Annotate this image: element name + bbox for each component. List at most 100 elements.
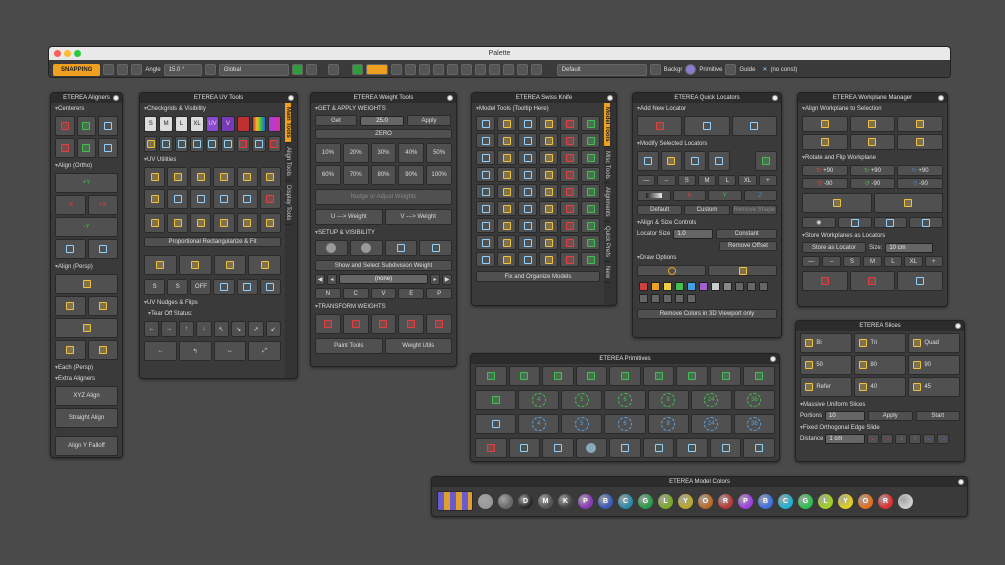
face-snap-icon[interactable] — [418, 64, 430, 75]
guide-button[interactable]: Guide — [739, 67, 755, 73]
model-tool-button[interactable] — [518, 235, 537, 250]
vis-5-button[interactable] — [205, 136, 220, 152]
model-color-sphere[interactable]: P — [738, 493, 753, 509]
prim-sphere-button[interactable] — [575, 438, 608, 458]
model-tool-button[interactable] — [560, 218, 579, 233]
wp-store-2-button[interactable] — [849, 271, 896, 291]
model-tool-button[interactable] — [518, 218, 537, 233]
align-plus-z-button[interactable] — [55, 239, 86, 259]
fix-organize-button[interactable]: Fix and Organize Models — [476, 271, 600, 282]
slide-x-minus-button[interactable]: ← — [867, 434, 880, 444]
angle-snap-icon[interactable] — [488, 64, 500, 75]
locator-color-swatch[interactable] — [699, 282, 708, 291]
model-color-sphere[interactable]: O — [858, 493, 873, 509]
panel-radio-icon[interactable] — [938, 95, 944, 101]
wp-size-s-button[interactable]: S — [842, 256, 862, 267]
uv-util-8-button[interactable] — [167, 189, 189, 209]
slide-y-minus-button[interactable]: ↓ — [895, 434, 908, 444]
uv-move-3-button[interactable] — [213, 255, 247, 275]
uv-s2-button[interactable]: S — [167, 279, 189, 295]
zero-button[interactable]: ZERO — [315, 129, 452, 139]
uv-util-4-button[interactable] — [213, 167, 235, 187]
vis-sphere-3-button[interactable] — [384, 240, 418, 256]
model-color-sphere[interactable]: R — [718, 493, 733, 509]
flip-4-button[interactable]: ⤢ — [248, 341, 281, 361]
snap-grid-icon[interactable] — [131, 64, 143, 75]
remove-shape-button[interactable]: Remove Shape — [731, 205, 777, 215]
get-button[interactable]: Get — [315, 115, 357, 126]
locator-color-swatch[interactable] — [639, 282, 648, 291]
default-button[interactable]: Default — [637, 205, 683, 215]
nudge-left-button[interactable]: ← — [144, 321, 160, 337]
size-l-button[interactable]: L — [718, 175, 737, 186]
n-button[interactable]: N — [315, 288, 341, 299]
model-tool-button[interactable] — [539, 116, 558, 131]
size-xl-button[interactable]: XL — [738, 175, 757, 186]
check-uv-button[interactable]: UV — [205, 116, 220, 132]
center-y-button[interactable] — [76, 116, 97, 136]
tab-model-tools[interactable]: Model Tools — [604, 103, 610, 147]
uv-util-5-button[interactable] — [236, 167, 258, 187]
model-tool-button[interactable] — [497, 150, 516, 165]
model-color-sphere[interactable]: B — [758, 493, 773, 509]
rot-x-plus-button[interactable]: ↻ +90 — [802, 165, 848, 176]
prev-map-button[interactable]: ◀ — [315, 274, 325, 285]
draw-options-section[interactable]: Draw Options — [633, 252, 781, 263]
uv-nudges-section[interactable]: UV Nudges & Flips — [140, 297, 285, 308]
model-color-sphere[interactable] — [498, 493, 513, 509]
panel-radio-icon[interactable] — [770, 356, 776, 362]
dash-button[interactable]: – — [657, 175, 676, 186]
prev-map-2-button[interactable]: ◂ — [327, 274, 337, 285]
wp-lock-button[interactable] — [909, 217, 943, 228]
rect-1-button[interactable] — [144, 213, 166, 233]
w70-button[interactable]: 70% — [342, 165, 369, 185]
size-field[interactable]: 10 cm — [885, 242, 934, 253]
model-tool-button[interactable] — [539, 184, 558, 199]
sphere-snap-icon[interactable] — [474, 64, 486, 75]
snapping-button[interactable]: SNAPPING — [53, 63, 101, 76]
wp-align-3-button[interactable] — [897, 116, 943, 132]
model-tool-button[interactable] — [476, 235, 495, 250]
model-tool-button[interactable] — [518, 184, 537, 199]
slide-z-plus-button[interactable]: → — [937, 434, 950, 444]
straight-align-button[interactable]: Straight Align — [55, 408, 118, 428]
nudge-dr-button[interactable]: ↘ — [230, 321, 247, 337]
align-plus-y-button[interactable]: +Y — [55, 173, 118, 193]
prim-sided-button[interactable]: 8 — [647, 414, 689, 434]
prim-tri-button[interactable] — [542, 366, 574, 386]
model-tool-button[interactable] — [476, 184, 495, 199]
model-tool-button[interactable] — [497, 133, 516, 148]
uv-diag-2-button[interactable] — [236, 279, 258, 295]
axis-snap-icon[interactable] — [446, 64, 458, 75]
flip-wp-2-button[interactable] — [873, 193, 943, 213]
grid-snap-icon[interactable] — [351, 64, 363, 75]
align-persp-section[interactable]: Align (Persp) — [51, 261, 122, 272]
setup-visibility-section[interactable]: SETUP & VISIBILITY — [311, 227, 456, 238]
prim-quad-button[interactable] — [508, 366, 541, 386]
persp-right-button[interactable] — [87, 296, 118, 316]
slice-refer-button[interactable]: Refer — [800, 377, 852, 397]
rect-3-button[interactable] — [190, 213, 212, 233]
poly-snap-icon[interactable] — [432, 64, 444, 75]
panel-radio-icon[interactable] — [607, 95, 613, 101]
constant-button[interactable]: Constant — [716, 229, 777, 239]
angle-toggle-icon[interactable] — [204, 64, 216, 75]
model-color-sphere[interactable]: L — [818, 493, 833, 509]
center-xy-button[interactable] — [55, 138, 75, 158]
w50-button[interactable]: 50% — [426, 143, 452, 163]
check-xl-button[interactable]: XL — [190, 116, 204, 132]
wp-align-4-button[interactable] — [802, 134, 848, 150]
uv-util-1-button[interactable] — [144, 167, 166, 187]
tab-align-tools[interactable]: Align Tools — [285, 143, 291, 181]
remove-colors-button[interactable]: Remove Colors in 3D Viewport only — [637, 309, 777, 319]
e-button[interactable]: E — [398, 288, 425, 299]
tab-new[interactable]: New — [604, 262, 610, 284]
rect-5-button[interactable] — [236, 213, 258, 233]
each-persp-section[interactable]: Each (Persp) — [51, 362, 122, 373]
model-tool-button[interactable] — [518, 201, 537, 216]
align-y-falloff-button[interactable]: Align Y Falloff — [55, 436, 118, 456]
vis-3-button[interactable] — [174, 136, 189, 152]
shape-3-button[interactable] — [684, 151, 706, 171]
slice-bi-button[interactable]: Bi — [800, 333, 852, 353]
g-toggle-icon[interactable] — [291, 64, 303, 75]
